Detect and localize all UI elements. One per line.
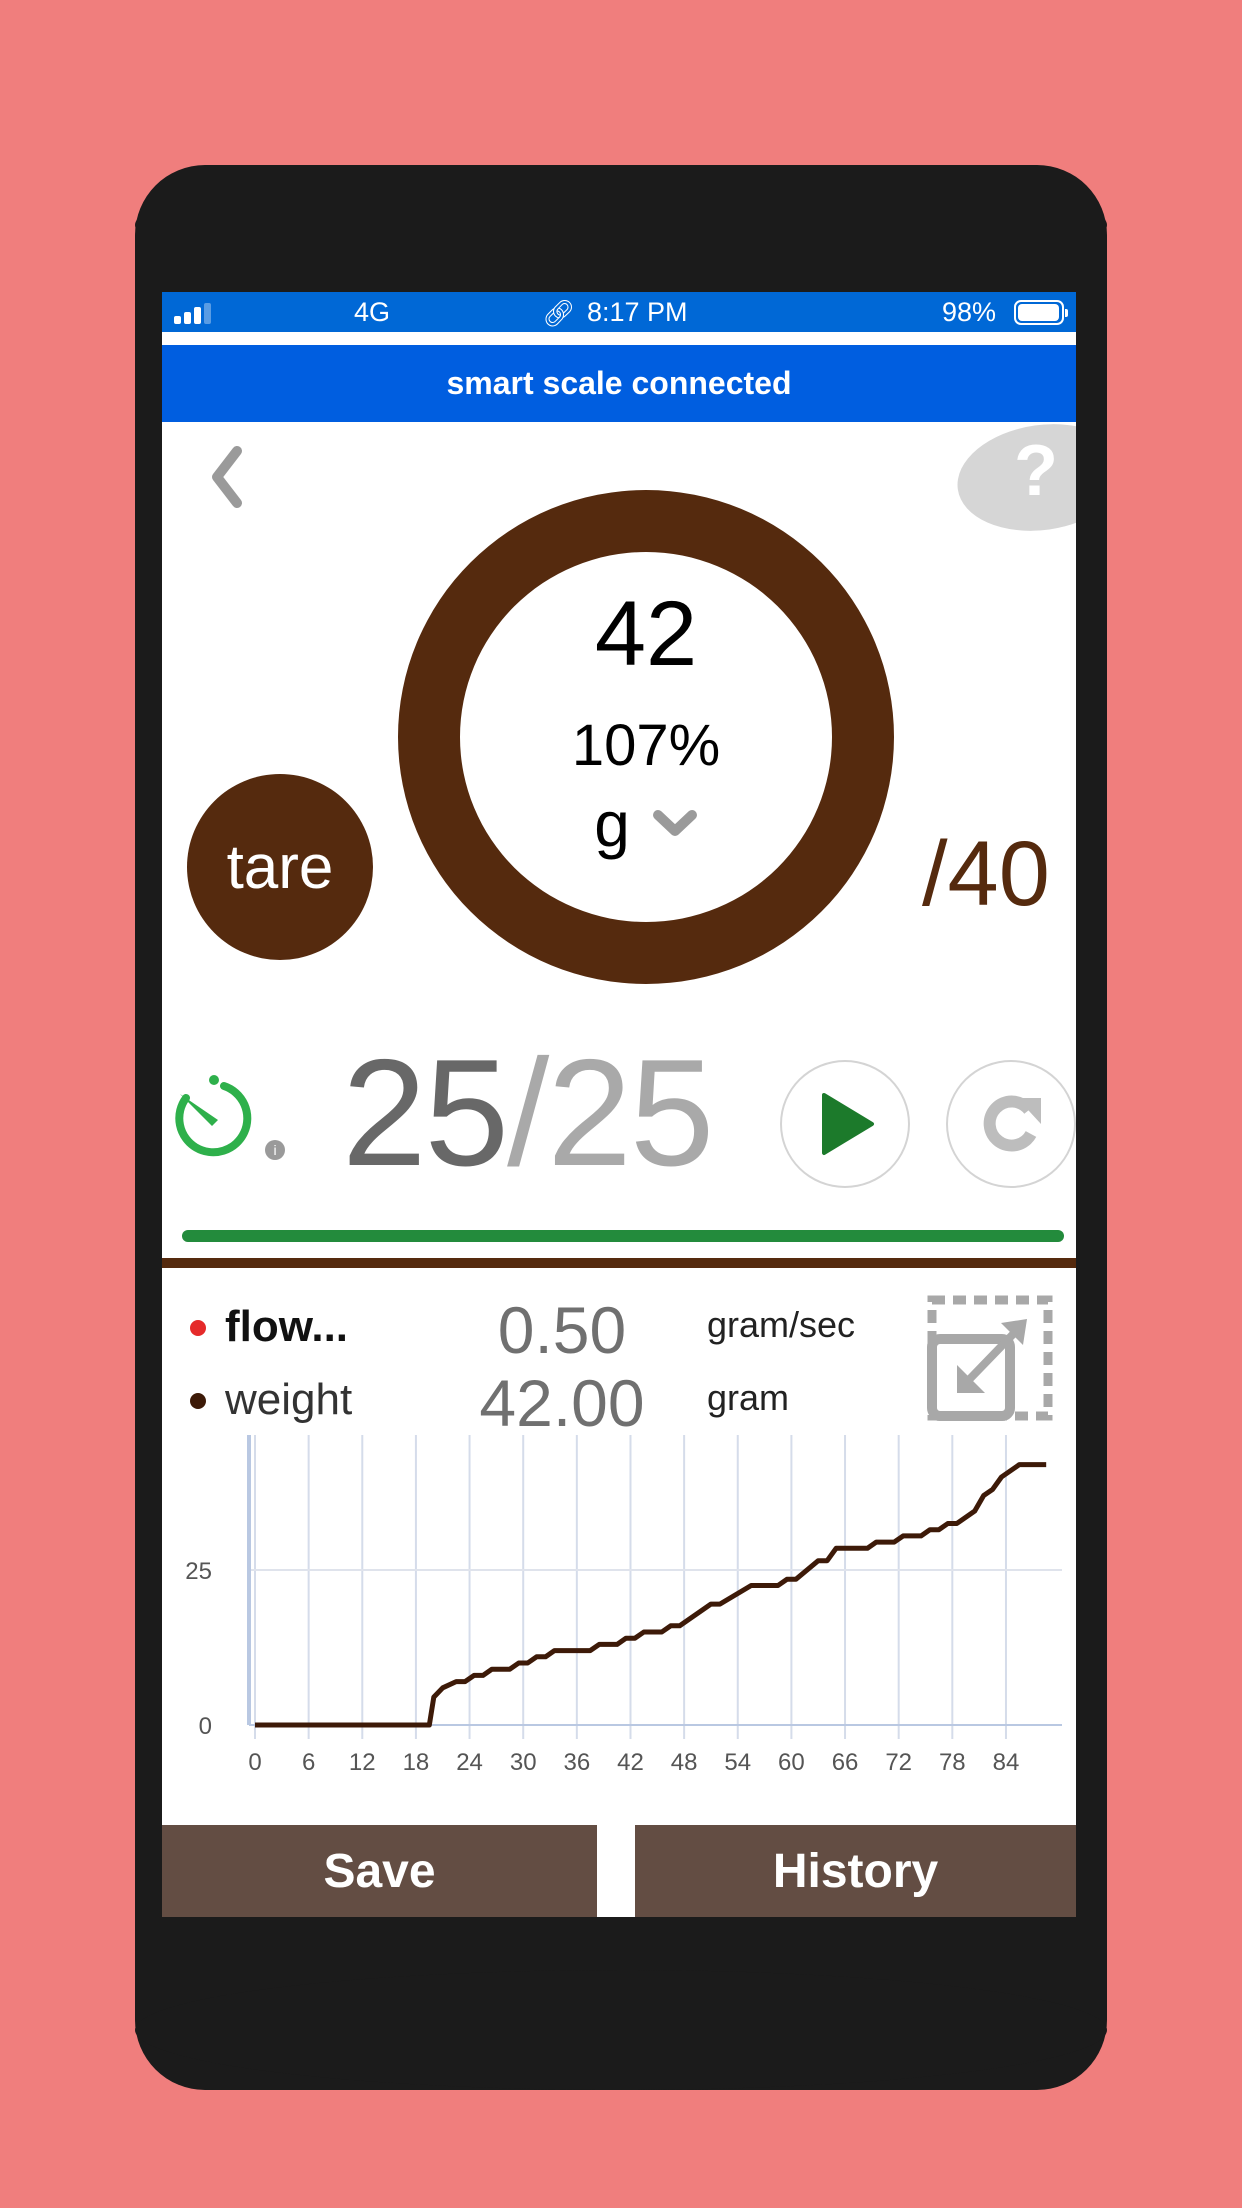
flow-legend-dot: [190, 1320, 206, 1336]
weight-value: 42: [594, 583, 698, 685]
signal-bar: [194, 307, 201, 324]
x-tick-label: 12: [349, 1749, 376, 1776]
status-bar: 4G 🔗︎ 8:17 PM 98%: [162, 292, 1076, 332]
signal-icon: [174, 302, 214, 324]
app-screen: 4G 🔗︎ 8:17 PM 98% smart scale connected …: [162, 292, 1076, 1917]
x-tick-label: 30: [510, 1749, 537, 1776]
x-tick-label: 24: [456, 1749, 483, 1776]
x-tick-label: 78: [939, 1749, 966, 1776]
x-tick-label: 0: [248, 1749, 261, 1776]
back-button[interactable]: [202, 442, 252, 512]
x-tick-label: 72: [885, 1749, 912, 1776]
x-tick-label: 36: [563, 1749, 590, 1776]
chevron-down-icon: [652, 810, 697, 836]
series-line-weight: [255, 1462, 1047, 1728]
play-icon: [822, 1093, 874, 1155]
x-tick-label: 54: [724, 1749, 751, 1776]
x-tick-label: 48: [671, 1749, 698, 1776]
timer-total: 25: [547, 1028, 714, 1198]
timer-elapsed: 25: [342, 1028, 509, 1198]
y-tick-label: 0: [199, 1713, 212, 1740]
x-tick-label: 42: [617, 1749, 644, 1776]
signal-bar: [174, 316, 181, 324]
phone-frame-bottom: [135, 1970, 1107, 2090]
unit-label: g: [594, 788, 630, 860]
save-button[interactable]: Save: [162, 1825, 597, 1917]
expand-chart-icon[interactable]: [927, 1295, 1053, 1421]
question-mark-icon: ?: [1014, 430, 1058, 511]
info-icon[interactable]: i: [265, 1140, 285, 1160]
timer-progress-bar: [182, 1230, 1064, 1242]
x-tick-label: 60: [778, 1749, 805, 1776]
x-tick-label: 6: [302, 1749, 315, 1776]
tare-button[interactable]: tare: [187, 774, 373, 960]
x-tick-label: 66: [832, 1749, 859, 1776]
link-icon: 🔗︎: [542, 298, 576, 328]
battery-percent: 98%: [942, 297, 997, 327]
clock: 8:17 PM: [587, 297, 688, 327]
connection-banner: smart scale connected: [162, 345, 1076, 422]
signal-bar: [204, 302, 211, 324]
chevron-left-icon: [212, 446, 242, 508]
timer-progress-fill: [182, 1230, 1064, 1242]
unit-selector[interactable]: g: [460, 787, 832, 861]
battery-icon: [1014, 300, 1068, 325]
section-divider: [162, 1258, 1076, 1268]
refresh-icon: [983, 1095, 1041, 1152]
weight-legend-dot: [190, 1393, 206, 1409]
timer-separator: /: [507, 1028, 549, 1198]
y-tick-label: 25: [185, 1558, 212, 1585]
flow-label: flow...: [225, 1302, 349, 1351]
x-tick-label: 18: [403, 1749, 430, 1776]
flow-value: 0.50: [497, 1293, 627, 1367]
target-weight[interactable]: /40: [922, 822, 1050, 927]
timer-icon[interactable]: [172, 1070, 252, 1158]
weight-label: weight: [225, 1375, 353, 1424]
network-type: 4G: [354, 297, 391, 327]
help-button[interactable]: ?: [950, 413, 1076, 542]
x-tick-label: 84: [993, 1749, 1020, 1776]
history-button[interactable]: History: [635, 1825, 1076, 1917]
play-button[interactable]: [780, 1060, 910, 1188]
reset-button[interactable]: [946, 1060, 1076, 1188]
weight-gauge: 42 107% g: [398, 490, 894, 984]
weight-unit: gram: [707, 1377, 790, 1418]
weight-readout-value: 42.00: [479, 1366, 645, 1440]
signal-bar: [184, 311, 191, 324]
flow-unit: gram/sec: [707, 1304, 856, 1345]
weight-percent: 107%: [571, 713, 721, 778]
timer-readout: 25/25: [342, 1037, 714, 1189]
